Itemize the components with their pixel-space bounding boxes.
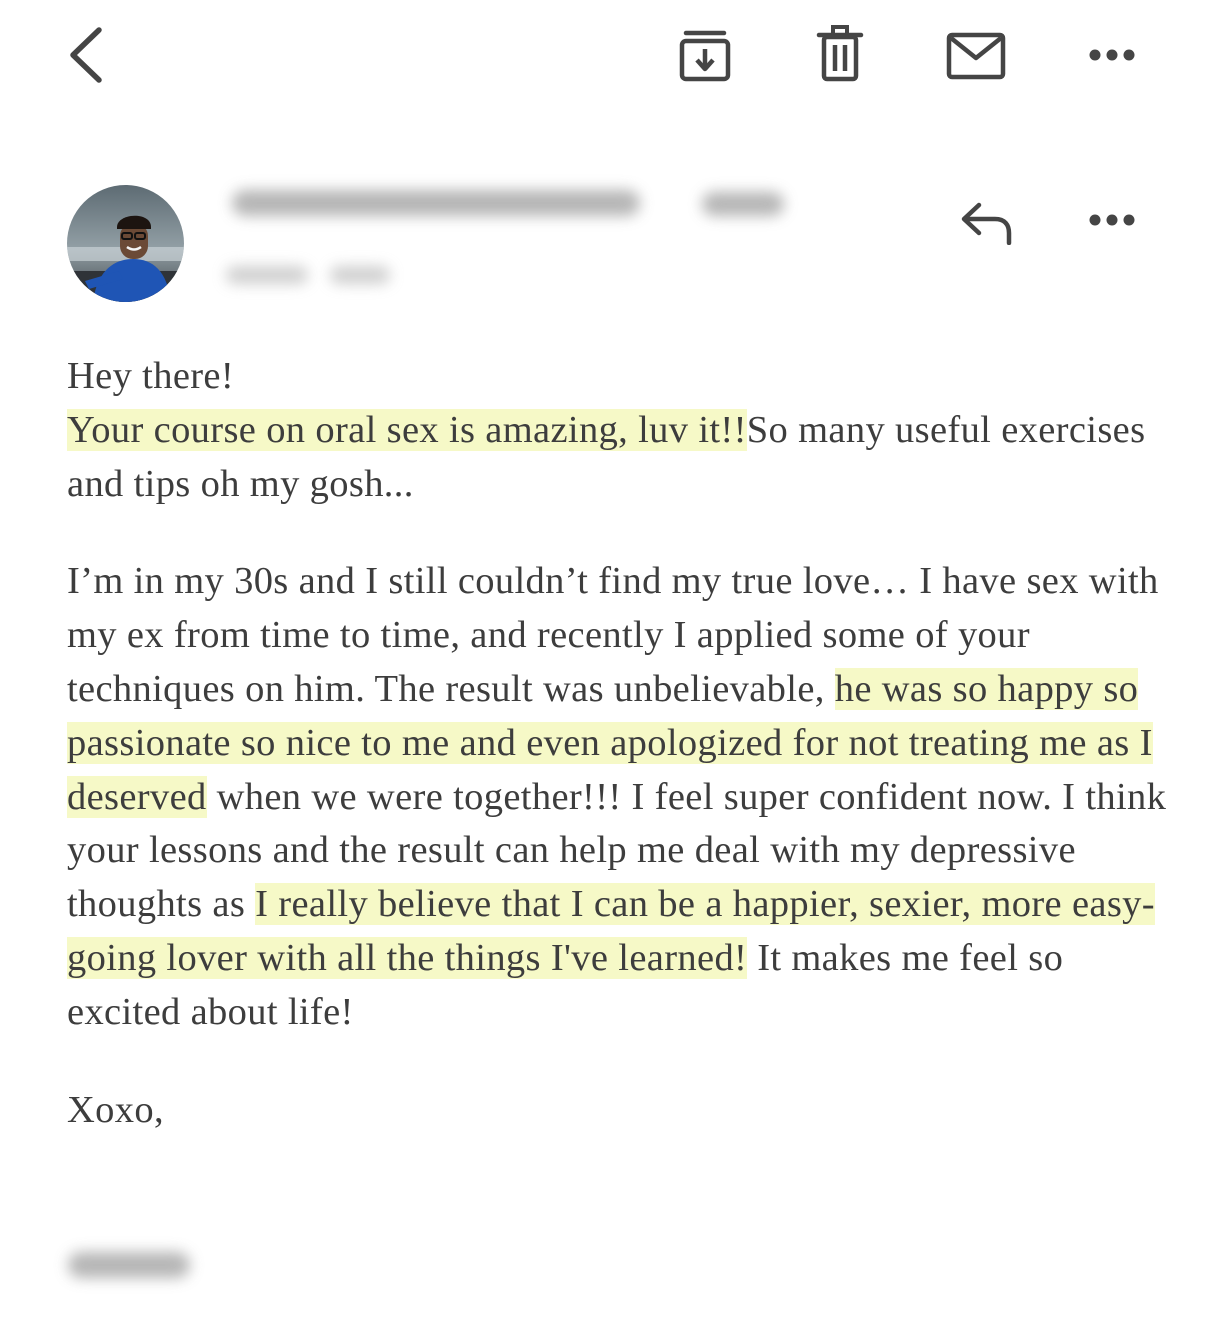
more-icon[interactable] [1084, 205, 1140, 235]
reply-icon[interactable] [956, 198, 1018, 248]
back-arrow-icon[interactable] [60, 22, 110, 88]
archive-icon[interactable] [673, 24, 737, 86]
email-toolbar [0, 0, 1212, 110]
signoff: Xoxo, [67, 1088, 164, 1131]
trash-icon[interactable] [812, 22, 868, 86]
more-icon[interactable] [1084, 40, 1140, 70]
paragraph-2: I’m in my 30s and I still couldn’t find … [67, 555, 1167, 1039]
redacted-timestamp [702, 192, 784, 216]
sender-header [0, 170, 1212, 320]
greeting: Hey there! [67, 355, 235, 397]
email-body: Hey there! Your course on oral sex is am… [67, 350, 1167, 1137]
paragraph-1: Your course on oral sex is amazing, luv … [67, 404, 1167, 512]
avatar[interactable] [67, 185, 184, 302]
mail-icon[interactable] [944, 30, 1008, 82]
redacted-sender-email [232, 190, 640, 216]
redacted-signature [68, 1252, 190, 1278]
redacted-recipient [226, 266, 308, 284]
redacted-recipient-detail [330, 266, 390, 284]
highlighted-text: Your course on oral sex is amazing, luv … [67, 408, 747, 451]
